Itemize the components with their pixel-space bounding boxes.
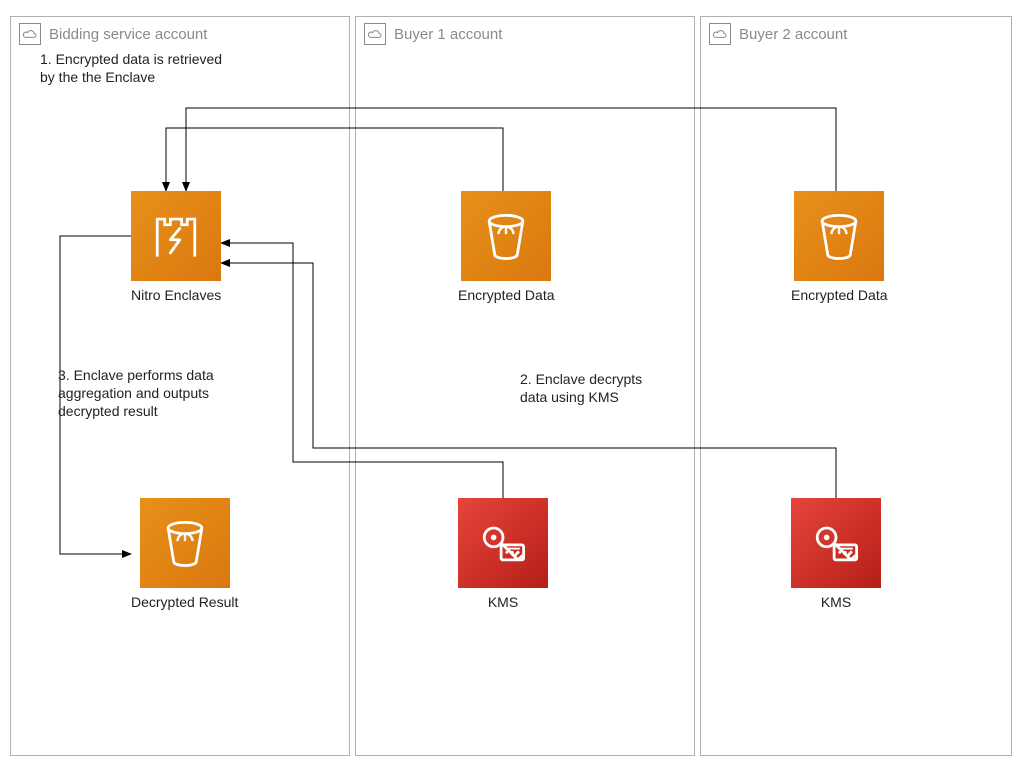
group-title: Buyer 1 account	[394, 26, 502, 43]
node-buyer1-data: Encrypted Data	[458, 191, 555, 303]
bucket-icon	[794, 191, 884, 281]
kms-icon	[791, 498, 881, 588]
annotation-step2: 2. Enclave decrypts data using KMS	[520, 370, 690, 406]
cloud-icon	[709, 23, 731, 45]
cloud-icon	[19, 23, 41, 45]
node-buyer2-kms: KMS	[791, 498, 881, 610]
group-title: Bidding service account	[49, 26, 207, 43]
kms-icon	[458, 498, 548, 588]
node-nitro-enclaves: Nitro Enclaves	[131, 191, 221, 303]
bucket-icon	[461, 191, 551, 281]
group-header-bidding: Bidding service account	[19, 23, 207, 45]
node-label: Encrypted Data	[458, 287, 555, 303]
node-label: Nitro Enclaves	[131, 287, 221, 303]
annotation-step3: 3. Enclave performs data aggregation and…	[58, 366, 258, 421]
group-buyer2: Buyer 2 account	[700, 16, 1012, 756]
group-header-buyer2: Buyer 2 account	[709, 23, 847, 45]
annotation-step1: 1. Encrypted data is retrieved by the th…	[40, 50, 260, 86]
node-buyer1-kms: KMS	[458, 498, 548, 610]
nitro-enclaves-icon	[131, 191, 221, 281]
diagram-canvas: Bidding service account Buyer 1 account …	[0, 0, 1024, 780]
group-title: Buyer 2 account	[739, 26, 847, 43]
group-header-buyer1: Buyer 1 account	[364, 23, 502, 45]
node-label: KMS	[488, 594, 518, 610]
node-label: Encrypted Data	[791, 287, 888, 303]
node-label: KMS	[821, 594, 851, 610]
bucket-icon	[140, 498, 230, 588]
node-label: Decrypted Result	[131, 594, 238, 610]
node-decrypted-result: Decrypted Result	[131, 498, 238, 610]
cloud-icon	[364, 23, 386, 45]
node-buyer2-data: Encrypted Data	[791, 191, 888, 303]
